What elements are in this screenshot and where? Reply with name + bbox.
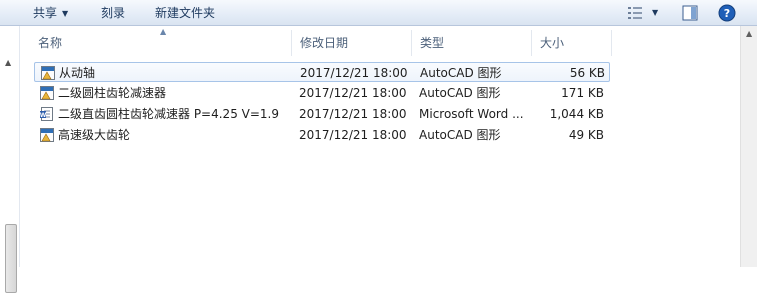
preview-pane-icon[interactable]: [681, 4, 699, 22]
column-header-name[interactable]: 名称: [30, 30, 292, 56]
file-type: AutoCAD 图形: [419, 128, 501, 142]
file-date: 2017/12/21 18:00: [299, 107, 407, 121]
command-bar: 共享 ▼ 刻录 新建文件夹 ▼ ?: [0, 0, 757, 26]
share-button[interactable]: 共享 ▼: [33, 0, 68, 26]
file-size: 49 KB: [568, 128, 604, 142]
autocad-file-icon: [39, 85, 55, 101]
file-date: 2017/12/21 18:00: [299, 128, 407, 142]
column-header-size[interactable]: 大小: [532, 30, 612, 56]
file-name: 二级圆柱齿轮减速器: [58, 86, 167, 100]
autocad-file-icon: [39, 127, 55, 143]
column-header-date[interactable]: 修改日期: [292, 30, 412, 56]
vertical-scrollbar[interactable]: ▲: [740, 26, 757, 267]
column-header-type[interactable]: 类型: [412, 30, 532, 56]
file-type: AutoCAD 图形: [419, 86, 501, 100]
scroll-up-arrow-icon[interactable]: ▲: [5, 58, 11, 67]
file-row[interactable]: 二级圆柱齿轮减速器 2017/12/21 18:00 AutoCAD 图形 17…: [34, 83, 610, 103]
navigation-pane-edge: ▲: [0, 26, 20, 293]
file-size: 56 KB: [569, 66, 605, 80]
file-name: 二级直齿圆柱齿轮减速器 P=4.25 V=1.9: [58, 107, 279, 121]
view-options-icon[interactable]: [626, 4, 644, 22]
file-size: 1,044 KB: [549, 107, 604, 121]
help-icon[interactable]: ?: [718, 4, 736, 22]
autocad-file-icon: [40, 65, 56, 81]
file-type: Microsoft Word ...: [419, 107, 524, 121]
file-date: 2017/12/21 18:00: [300, 66, 408, 80]
file-size: 171 KB: [561, 86, 604, 100]
file-row[interactable]: W 二级直齿圆柱齿轮减速器 P=4.25 V=1.9 2017/12/21 18…: [34, 104, 610, 124]
file-row[interactable]: 从动轴 2017/12/21 18:00 AutoCAD 图形 56 KB: [34, 62, 610, 82]
svg-text:W: W: [40, 112, 47, 119]
file-name: 从动轴: [59, 66, 96, 80]
word-file-icon: W: [39, 106, 55, 122]
chevron-down-icon: ▼: [62, 9, 69, 18]
column-header-row: ▲ 名称 修改日期 类型 大小: [30, 27, 740, 56]
share-label: 共享: [33, 6, 58, 20]
file-name: 高速级大齿轮: [58, 128, 131, 142]
burn-button[interactable]: 刻录: [101, 0, 125, 26]
file-date: 2017/12/21 18:00: [299, 86, 407, 100]
scroll-up-arrow-icon[interactable]: ▲: [746, 29, 752, 38]
svg-text:?: ?: [724, 7, 730, 20]
navigation-scrollbar-thumb[interactable]: [5, 224, 17, 293]
file-type: AutoCAD 图形: [420, 66, 502, 80]
view-dropdown-icon[interactable]: ▼: [652, 0, 658, 26]
new-folder-button[interactable]: 新建文件夹: [155, 0, 215, 26]
file-row[interactable]: 高速级大齿轮 2017/12/21 18:00 AutoCAD 图形 49 KB: [34, 125, 610, 145]
